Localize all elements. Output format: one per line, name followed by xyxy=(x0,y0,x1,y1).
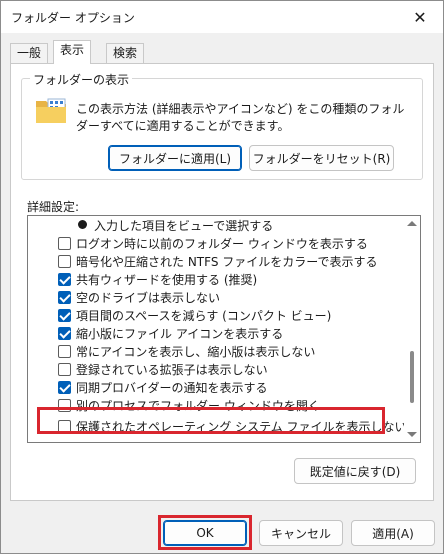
folder-options-dialog: フォルダー オプション ✕ 一般 表示 検索 フォルダーの表示 この表示方法 (… xyxy=(0,0,444,554)
folder-view-group-label: フォルダーの表示 xyxy=(30,71,133,88)
folder-view-description: この表示方法 (詳細表示やアイコンなど) をこの種類のフォルダーすべてに適用する… xyxy=(76,102,405,133)
close-icon: ✕ xyxy=(413,7,427,27)
checkbox-checked[interactable] xyxy=(58,309,71,322)
cancel-button[interactable]: キャンセル xyxy=(259,520,343,546)
view-tab-panel: フォルダーの表示 この表示方法 (詳細表示やアイコンなど) をこの種類のフォルダ… xyxy=(10,63,434,501)
checkbox-checked[interactable] xyxy=(58,381,71,394)
list-item[interactable]: ログオン時に以前のフォルダー ウィンドウを表示する xyxy=(28,234,404,252)
advanced-settings-label: 詳細設定: xyxy=(27,200,80,214)
folder-view-group: フォルダーの表示 この表示方法 (詳細表示やアイコンなど) をこの種類のフォルダ… xyxy=(21,71,423,180)
list-item[interactable]: 別のプロセスでフォルダー ウィンドウを開く xyxy=(28,396,404,414)
checkbox-checked[interactable] xyxy=(58,327,71,340)
list-item-label: 空のドライブは表示しない xyxy=(76,290,221,305)
tab-general[interactable]: 一般 xyxy=(10,43,49,63)
tab-search[interactable]: 検索 xyxy=(106,43,145,63)
list-item[interactable]: 常にアイコンを表示し、縮小版は表示しない xyxy=(28,342,404,360)
checkbox[interactable] xyxy=(58,237,71,250)
list-item-label: 共有ウィザードを使用する (推奨) xyxy=(76,272,258,287)
list-item-label: 常にアイコンを表示し、縮小版は表示しない xyxy=(76,344,316,359)
scroll-up-icon[interactable] xyxy=(407,221,417,226)
close-button[interactable]: ✕ xyxy=(397,1,443,33)
checkbox-checked[interactable] xyxy=(58,273,71,286)
list-item[interactable]: 入力した項目をビューで選択する xyxy=(28,216,404,234)
checkbox[interactable] xyxy=(58,363,71,376)
checkbox[interactable] xyxy=(58,420,71,433)
list-item-label: 項目間のスペースを減らす (コンパクト ビュー) xyxy=(76,308,332,323)
list-item-label: 保護されたオペレーティング システム ファイルを表示しない (推奨) xyxy=(76,419,421,434)
list-item-protected-os-files[interactable]: 保護されたオペレーティング システム ファイルを表示しない (推奨) xyxy=(28,417,420,435)
restore-defaults-button[interactable]: 既定値に戻す(D) xyxy=(294,458,416,484)
scroll-thumb[interactable] xyxy=(410,351,414,403)
title-bar: フォルダー オプション ✕ xyxy=(1,1,443,33)
list-item[interactable]: 登録されている拡張子は表示しない xyxy=(28,360,404,378)
checkbox[interactable] xyxy=(58,345,71,358)
apply-to-folders-button[interactable]: フォルダーに適用(L) xyxy=(108,145,242,171)
list-scrollbar[interactable] xyxy=(404,216,420,442)
checkbox[interactable] xyxy=(58,255,71,268)
list-item[interactable]: 空のドライブは表示しない xyxy=(28,288,404,306)
list-item[interactable]: 項目間のスペースを減らす (コンパクト ビュー) xyxy=(28,306,404,324)
folder-icon xyxy=(36,98,66,123)
list-item-label: 暗号化や圧縮された NTFS ファイルをカラーで表示する xyxy=(76,254,378,269)
list-item[interactable]: 暗号化や圧縮された NTFS ファイルをカラーで表示する xyxy=(28,252,404,270)
checkbox[interactable] xyxy=(58,399,71,412)
advanced-settings-list[interactable]: 入力した項目をビューで選択する ログオン時に以前のフォルダー ウィンドウを表示す… xyxy=(27,215,421,443)
checkbox-checked[interactable] xyxy=(58,291,71,304)
tab-view[interactable]: 表示 xyxy=(53,40,92,64)
apply-button[interactable]: 適用(A) xyxy=(351,520,435,546)
list-item-label: 別のプロセスでフォルダー ウィンドウを開く xyxy=(76,398,320,413)
list-item-label: 縮小版にファイル アイコンを表示する xyxy=(76,326,284,341)
list-item[interactable]: 縮小版にファイル アイコンを表示する xyxy=(28,324,404,342)
ok-button[interactable]: OK xyxy=(163,520,247,546)
list-item[interactable]: 同期プロバイダーの通知を表示する xyxy=(28,378,404,396)
list-item-label: 同期プロバイダーの通知を表示する xyxy=(76,380,268,395)
list-item-label: ログオン時に以前のフォルダー ウィンドウを表示する xyxy=(76,236,368,251)
list-item-label: 登録されている拡張子は表示しない xyxy=(76,362,268,377)
reset-folders-button[interactable]: フォルダーをリセット(R) xyxy=(249,145,394,171)
window-title: フォルダー オプション xyxy=(11,11,135,25)
list-item-label: 入力した項目をビューで選択する xyxy=(94,218,274,233)
scroll-down-icon[interactable] xyxy=(407,432,417,437)
list-item[interactable]: 共有ウィザードを使用する (推奨) xyxy=(28,270,404,288)
radio-selected-icon[interactable] xyxy=(78,220,87,229)
